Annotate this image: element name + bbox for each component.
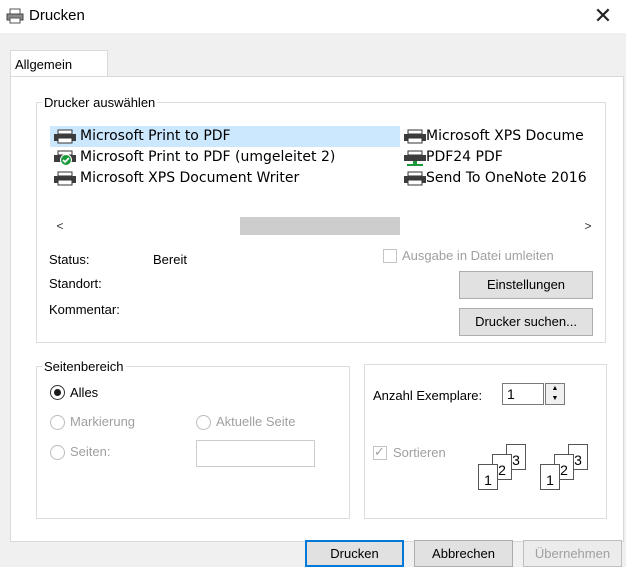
- status-label: Status:: [49, 252, 90, 267]
- close-button[interactable]: ✕: [580, 0, 626, 33]
- printer-icon: [404, 171, 426, 186]
- print-to-file-checkbox[interactable]: [383, 249, 397, 263]
- comment-label: Kommentar:: [49, 302, 120, 317]
- printer-label: Microsoft Print to PDF: [80, 128, 231, 144]
- cancel-button[interactable]: Abbrechen: [414, 540, 513, 567]
- printer-item-pdf24[interactable]: PDF24 PDF: [402, 147, 598, 168]
- printer-item-microsoft-xps-writer[interactable]: Microsoft XPS Document Writer: [50, 168, 400, 189]
- window-title: Drucken: [29, 7, 85, 24]
- pages-input[interactable]: [196, 440, 315, 467]
- printer-icon: [404, 129, 426, 144]
- settings-button[interactable]: Einstellungen: [459, 271, 593, 299]
- radio-all-label: Alles: [70, 385, 99, 400]
- title-bar: Drucken ✕: [0, 0, 626, 33]
- print-button[interactable]: Drucken: [305, 540, 404, 567]
- printer-icon: [54, 129, 76, 144]
- printer-list-scrollbar[interactable]: < >: [50, 214, 598, 238]
- scroll-thumb[interactable]: [240, 217, 400, 235]
- spin-up-icon[interactable]: ▲: [546, 384, 564, 394]
- scroll-right-button[interactable]: >: [578, 214, 598, 238]
- apply-button[interactable]: Übernehmen: [523, 540, 622, 567]
- radio-selection[interactable]: [50, 415, 65, 430]
- spin-down-icon[interactable]: ▼: [546, 394, 564, 404]
- printer-select-legend: Drucker auswählen: [44, 95, 156, 110]
- printer-label: Send To OneNote 2016: [426, 170, 587, 186]
- printer-item-microsoft-print-to-pdf-umgeleitet[interactable]: Microsoft Print to PDF (umgeleitet 2): [50, 147, 400, 168]
- printer-item-onenote[interactable]: Send To OneNote 2016: [402, 168, 598, 189]
- page-range-group: Seitenbereich: [36, 359, 350, 519]
- tab-allgemein[interactable]: Allgemein: [10, 50, 108, 77]
- network-printer-icon: [404, 150, 426, 166]
- location-label: Standort:: [49, 276, 102, 291]
- radio-selection-label: Markierung: [70, 414, 136, 429]
- printer-label: Microsoft Print to PDF (umgeleitet 2): [80, 149, 336, 165]
- page-range-legend: Seitenbereich: [44, 359, 124, 374]
- radio-pages-label: Seiten:: [70, 444, 111, 459]
- default-printer-icon: [54, 150, 76, 166]
- collate-illustration-icon: 3 2 1: [470, 444, 530, 494]
- printer-label: Microsoft XPS Docume: [426, 128, 584, 144]
- collate-label: Sortieren: [393, 445, 446, 460]
- radio-all[interactable]: [50, 385, 65, 400]
- collate-illustration-icon: 3 2 1: [532, 444, 592, 494]
- printer-item-microsoft-print-to-pdf[interactable]: Microsoft Print to PDF: [50, 126, 400, 147]
- printer-icon: [54, 171, 76, 186]
- copies-input[interactable]: 1: [502, 383, 544, 405]
- print-to-file-label: Ausgabe in Datei umleiten: [402, 248, 554, 263]
- collate-checkbox[interactable]: [373, 444, 387, 460]
- printer-item-microsoft-xps-document[interactable]: Microsoft XPS Docume: [402, 126, 598, 147]
- radio-current-page[interactable]: [196, 415, 211, 430]
- find-printer-button[interactable]: Drucker suchen...: [459, 308, 593, 336]
- collate-page: 1: [540, 464, 560, 490]
- collate-page: 1: [478, 464, 498, 490]
- radio-current-page-label: Aktuelle Seite: [216, 414, 296, 429]
- printer-label: PDF24 PDF: [426, 149, 503, 165]
- copies-label: Anzahl Exemplare:: [373, 388, 483, 403]
- scroll-left-button[interactable]: <: [50, 214, 70, 238]
- printer-list[interactable]: Microsoft Print to PDF Microsoft Print t…: [50, 122, 598, 212]
- printer-icon: [6, 8, 24, 24]
- printer-label: Microsoft XPS Document Writer: [80, 170, 300, 186]
- copies-spinner[interactable]: ▲ ▼: [545, 383, 565, 405]
- status-value: Bereit: [153, 252, 187, 267]
- radio-pages[interactable]: [50, 445, 65, 460]
